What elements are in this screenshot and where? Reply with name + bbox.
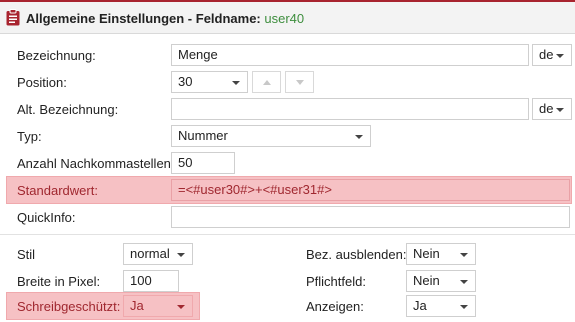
section-title-text: Allgemeine Einstellungen - Feldname: xyxy=(26,11,261,26)
anzeigen-label: Anzeigen: xyxy=(306,299,364,314)
nachkommastellen-label: Anzahl Nachkommastellen xyxy=(17,156,171,171)
position-up-button[interactable] xyxy=(252,71,281,93)
pflichtfeld-label: Pflichtfeld: xyxy=(306,274,366,289)
chevron-down-icon xyxy=(460,305,468,309)
chevron-down-icon xyxy=(460,253,468,257)
alt-bezeichnung-language-select[interactable]: de xyxy=(532,98,572,120)
alt-bezeichnung-label: Alt. Bezeichnung: xyxy=(17,102,119,117)
pflichtfeld-value: Nein xyxy=(413,273,440,288)
bez-ausblenden-label: Bez. ausblenden: xyxy=(306,247,407,262)
alt-bezeichnung-language-value: de xyxy=(539,101,554,116)
alt-bezeichnung-input[interactable] xyxy=(171,98,529,120)
bez-ausblenden-value: Nein xyxy=(413,246,440,261)
pflichtfeld-select[interactable]: Nein xyxy=(406,270,476,292)
chevron-down-icon xyxy=(296,80,304,85)
chevron-down-icon xyxy=(177,253,185,257)
standardwert-label: Standardwert: xyxy=(17,183,98,198)
position-value: 30 xyxy=(178,74,193,89)
typ-select[interactable]: Nummer xyxy=(171,125,371,147)
typ-label: Typ: xyxy=(17,129,42,144)
stil-label: Stil xyxy=(17,247,36,262)
anzeigen-select[interactable]: Ja xyxy=(406,295,476,317)
standardwert-input[interactable]: =<#user30#>+<#user31#> xyxy=(171,179,570,201)
field-name: user40 xyxy=(264,11,305,26)
clipboard-icon xyxy=(6,9,20,26)
chevron-down-icon xyxy=(460,280,468,284)
schreibgeschuetzt-value: Ja xyxy=(130,298,144,313)
quickinfo-input[interactable] xyxy=(171,206,570,228)
nachkommastellen-input[interactable]: 50 xyxy=(171,152,235,174)
position-label: Position: xyxy=(17,75,67,90)
chevron-down-icon xyxy=(556,108,564,112)
bezeichnung-language-value: de xyxy=(539,47,554,62)
schreibgeschuetzt-select[interactable]: Ja xyxy=(123,295,193,317)
typ-value: Nummer xyxy=(178,128,228,143)
bezeichnung-input[interactable]: Menge xyxy=(171,44,529,66)
chevron-down-icon xyxy=(355,135,363,139)
bez-ausblenden-select[interactable]: Nein xyxy=(406,243,476,265)
section-title: Allgemeine Einstellungen - Feldname: use… xyxy=(26,11,304,26)
stil-value: normal xyxy=(130,246,170,261)
schreibgeschuetzt-label: Schreibgeschützt: xyxy=(17,299,121,314)
breite-label: Breite in Pixel: xyxy=(17,274,101,289)
bezeichnung-language-select[interactable]: de xyxy=(532,44,572,66)
bezeichnung-label: Bezeichnung: xyxy=(17,48,96,63)
chevron-down-icon xyxy=(177,305,185,309)
chevron-down-icon xyxy=(232,81,240,85)
quickinfo-label: QuickInfo: xyxy=(17,210,76,225)
section-divider xyxy=(0,234,575,235)
anzeigen-value: Ja xyxy=(413,298,427,313)
breite-input[interactable]: 100 xyxy=(123,270,179,292)
stil-select[interactable]: normal xyxy=(123,243,193,265)
chevron-down-icon xyxy=(556,54,564,58)
position-select[interactable]: 30 xyxy=(171,71,248,93)
chevron-up-icon xyxy=(263,80,271,85)
position-down-button[interactable] xyxy=(285,71,314,93)
